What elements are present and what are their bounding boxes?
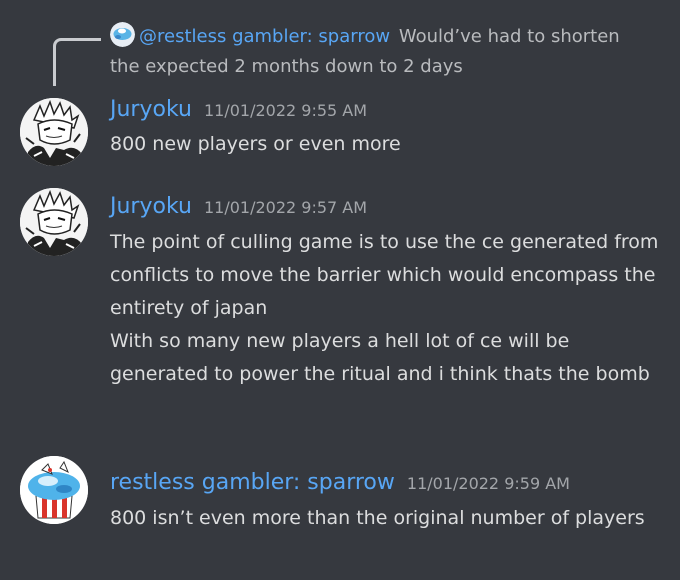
author-name[interactable]: Juryoku	[110, 194, 192, 219]
message-1-body: 800 new players or even more	[110, 128, 670, 161]
timestamp: 11/01/2022 9:57 AM	[203, 198, 368, 217]
message-3-header: restless gambler: sparrow 11/01/2022 9:59…	[110, 470, 570, 495]
reply-preview[interactable]: @restless gambler: sparrow Would’ve had …	[110, 22, 650, 82]
reply-author[interactable]: @restless gambler: sparrow	[139, 26, 390, 47]
reply-avatar-icon	[110, 22, 135, 47]
message-2-body: The point of culling game is to use the …	[110, 226, 670, 391]
reply-connector	[53, 38, 101, 86]
juryoku-avatar-icon[interactable]	[20, 188, 88, 256]
timestamp: 11/01/2022 9:59 AM	[406, 474, 570, 493]
timestamp: 11/01/2022 9:55 AM	[203, 101, 368, 120]
message-line: With so many new players a hell lot of c…	[110, 330, 650, 385]
author-name[interactable]: restless gambler: sparrow	[110, 470, 395, 495]
author-name[interactable]: Juryoku	[110, 97, 192, 122]
message-line: The point of culling game is to use the …	[110, 231, 659, 319]
juryoku-avatar-icon[interactable]	[20, 98, 88, 166]
message-3-body: 800 isn’t even more than the original nu…	[110, 502, 670, 535]
message-line: 800 isn’t even more than the original nu…	[110, 507, 645, 529]
sparrow-avatar-icon[interactable]	[20, 456, 88, 524]
chat-log: @restless gambler: sparrow Would’ve had …	[0, 0, 680, 580]
message-1-header: Juryoku 11/01/2022 9:55 AM	[110, 97, 367, 122]
message-2-header: Juryoku 11/01/2022 9:57 AM	[110, 194, 367, 219]
message-line: 800 new players or even more	[110, 133, 401, 155]
